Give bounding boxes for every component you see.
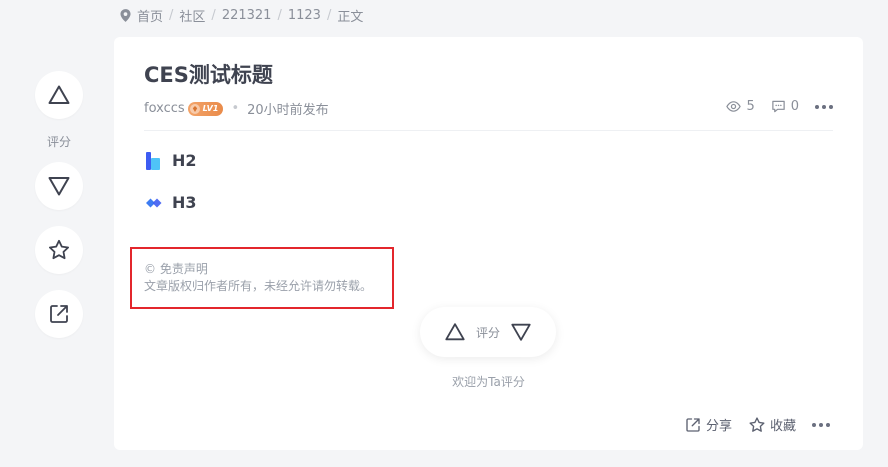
breadcrumb-separator: / [277,8,282,23]
article-card: CES测试标题 foxccs LV1 • 20小时前发布 5 0 H2 H3 ©… [114,37,863,450]
share-button[interactable] [35,290,83,338]
favorite-button[interactable] [35,226,83,274]
breadcrumb-section[interactable]: 221321 [222,8,272,23]
content-heading-h3: H3 [145,193,197,212]
triangle-down-icon[interactable] [510,321,532,343]
favorite-action-label: 收藏 [769,419,796,434]
breadcrumb-separator: / [169,8,174,23]
h3-icon [146,198,162,207]
share-action-label: 分享 [705,419,732,434]
star-icon [49,239,69,260]
disclaimer-body: 文章版权归作者所有，未经允许请勿转载。 [144,279,373,293]
side-action-rail: 评分 [35,71,83,338]
breadcrumb-subsection[interactable]: 1123 [288,8,321,23]
more-dot-icon [829,104,833,109]
triangle-down-icon [48,177,70,196]
share-icon [686,417,700,432]
breadcrumb-separator: / [211,8,216,23]
more-dot-icon [815,104,819,109]
meta-separator-dot: • [231,101,240,116]
rating-control-label: 评分 [475,325,500,340]
gem-icon [189,103,200,114]
more-dot-icon [822,104,826,109]
post-meta: foxccs LV1 • 20小时前发布 [144,99,329,118]
breadcrumb-separator: / [326,8,332,23]
comment-count-value: 0 [790,99,799,114]
favorite-action-button[interactable]: 收藏 [748,415,796,434]
triangle-up-icon [48,85,70,104]
comment-count[interactable]: 0 [771,99,799,114]
downvote-button[interactable] [35,162,83,210]
heading-text: H3 [172,193,197,212]
breadcrumb: 首页 / 社区 / 221321 / 1123 / 正文 [120,6,363,25]
level-badge: LV1 [187,101,224,116]
upvote-button[interactable] [35,71,83,119]
eye-icon [726,101,742,112]
share-action-button[interactable]: 分享 [684,415,732,434]
article-actions: 分享 收藏 [684,415,830,434]
page-title: CES测试标题 [144,63,273,87]
header-divider [144,130,833,131]
star-icon [749,416,765,432]
content-heading-h2: H2 [145,151,197,170]
publish-time: 20小时前发布 [247,103,329,118]
more-actions-button[interactable] [812,422,830,427]
location-pin-icon [120,9,131,22]
h2-icon [146,151,160,170]
breadcrumb-community[interactable]: 社区 [179,6,205,25]
more-menu-button[interactable] [815,104,833,109]
view-count: 5 [726,99,755,114]
author-link[interactable]: foxccs [144,101,185,116]
copyright-disclaimer: © 免责声明 文章版权归作者所有，未经允许请勿转载。 [130,247,394,309]
rating-control: 评分 [420,307,556,357]
post-stats: 5 0 [726,99,833,114]
level-badge-text: LV1 [202,104,219,113]
breadcrumb-current: 正文 [337,10,364,25]
rating-label: 评分 [46,135,71,149]
more-dot-icon [812,422,816,427]
comment-icon [771,100,785,113]
share-icon [50,305,68,323]
more-dot-icon [826,422,830,427]
rating-hint: 欢迎为Ta评分 [452,375,525,389]
view-count-value: 5 [746,99,755,114]
breadcrumb-home[interactable]: 首页 [137,6,163,25]
more-dot-icon [819,422,823,427]
disclaimer-title: © 免责声明 [144,262,208,276]
heading-text: H2 [172,151,197,170]
triangle-up-icon[interactable] [444,321,466,343]
